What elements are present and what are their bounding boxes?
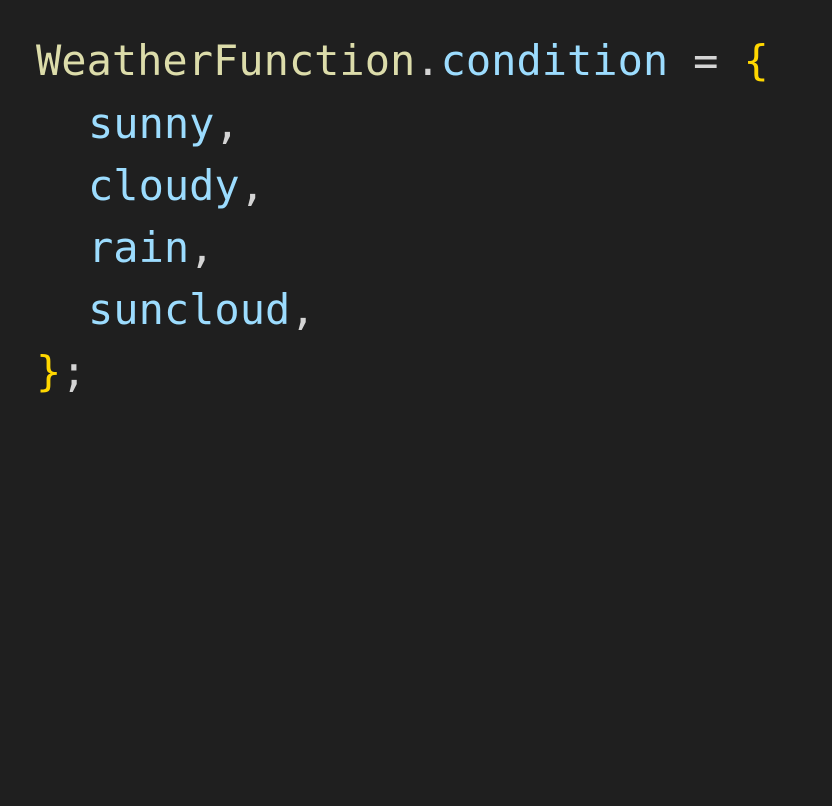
object-identifier: WeatherFunction: [36, 36, 416, 85]
comma: ,: [214, 99, 240, 148]
property-identifier: condition: [440, 36, 669, 85]
member-identifier: suncloud: [88, 285, 291, 334]
code-line-5: suncloud,: [36, 279, 316, 341]
comma: ,: [239, 161, 266, 210]
dot-operator: .: [415, 36, 441, 85]
code-line-4: rain,: [36, 217, 214, 279]
code-line-1: WeatherFunction. condition = {: [36, 30, 769, 92]
code-line-3: cloudy,: [36, 155, 265, 217]
code-line-6: };: [36, 341, 87, 403]
member-identifier: rain: [88, 223, 190, 272]
close-brace: }: [36, 347, 62, 396]
assign-operator: =: [693, 36, 719, 85]
code-editor[interactable]: WeatherFunction. condition = { sunny, cloud…: [0, 0, 832, 418]
code-line-2: sunny,: [36, 93, 240, 155]
member-identifier: cloudy: [88, 161, 240, 210]
open-brace: {: [743, 36, 769, 85]
comma: ,: [189, 223, 215, 272]
member-identifier: sunny: [88, 99, 215, 148]
semicolon: ;: [61, 347, 87, 396]
comma: ,: [290, 285, 316, 334]
